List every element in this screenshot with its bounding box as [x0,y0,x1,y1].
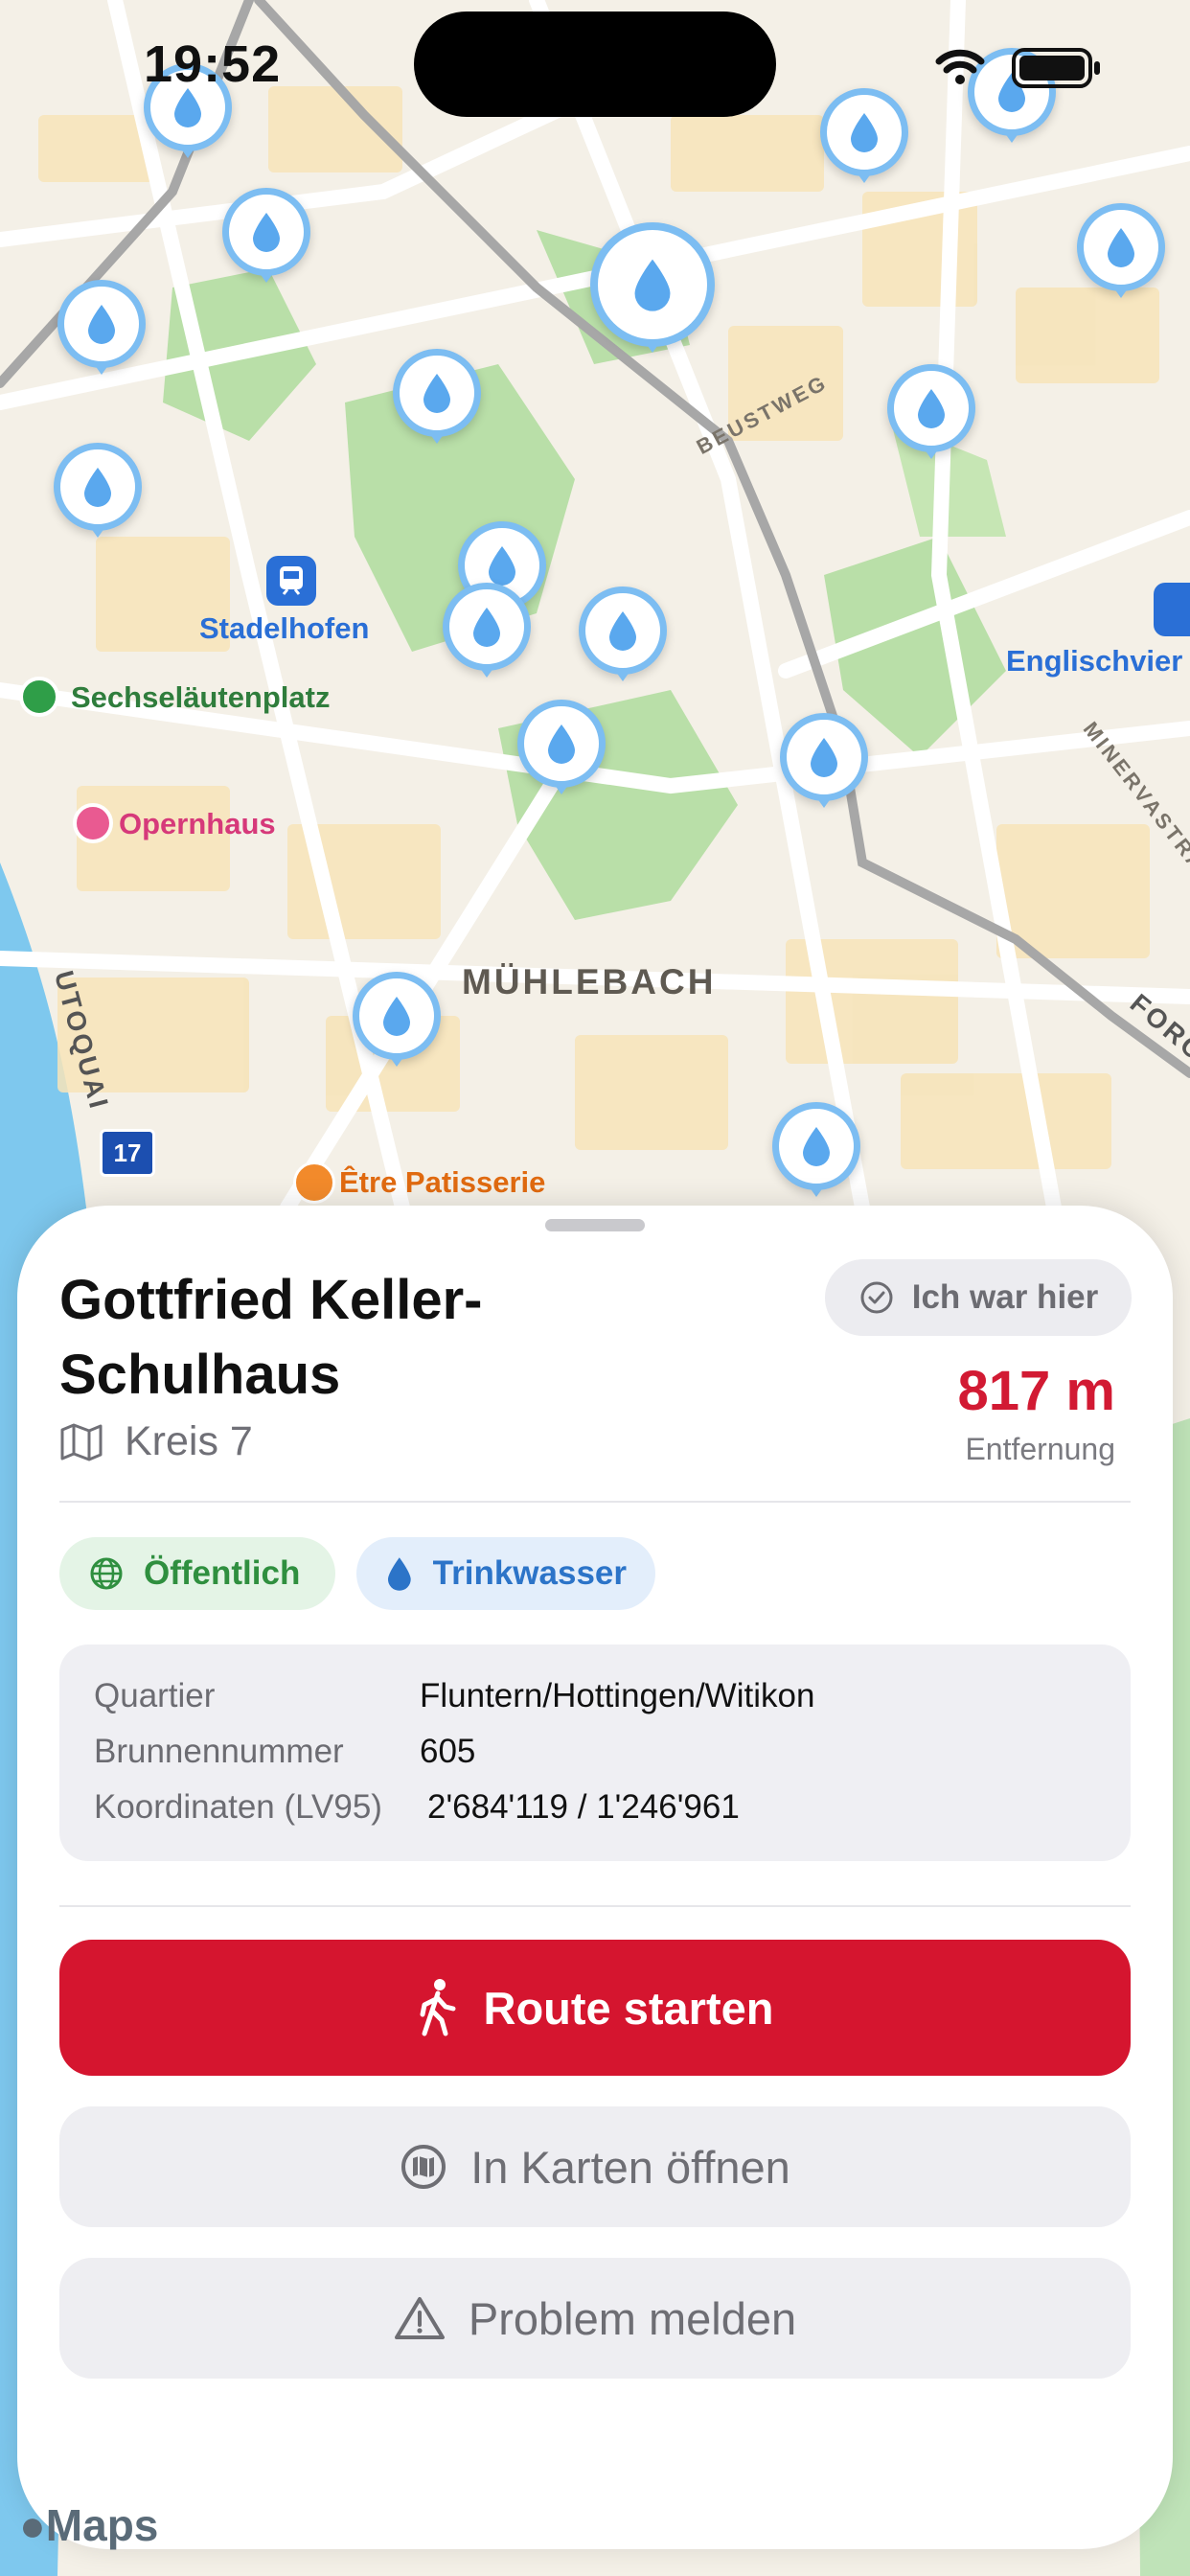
divider [59,1501,1131,1503]
water-drop-icon [1108,228,1134,267]
sheet-grabber[interactable] [545,1219,645,1231]
fountain-pin[interactable] [443,583,531,678]
station-stadelhofen-label[interactable]: Stadelhofen [199,611,369,646]
distance-label: Entfernung [965,1432,1115,1466]
map-icon [60,1423,103,1460]
district-label: MÜHLEBACH [462,962,717,1001]
fountain-pin[interactable] [393,349,481,444]
water-drop-icon [918,389,945,428]
fountain-pin[interactable] [57,280,146,375]
open-in-maps-button[interactable]: In Karten öffnen [59,2106,1131,2227]
drinking-water-chip-label: Trinkwasser [432,1554,627,1592]
start-route-label: Route starten [483,1982,774,2034]
fountain-pin[interactable] [780,713,868,808]
water-drop-icon [473,608,500,647]
water-drop-icon [548,724,575,764]
warning-triangle-icon [394,2297,445,2339]
bakery-icon[interactable] [293,1162,335,1204]
water-drop-icon [383,997,410,1036]
info-key: Quartier [94,1677,216,1714]
water-drop-icon [609,611,636,651]
walking-icon [420,1979,456,2036]
info-value: Fluntern/Hottingen/Witikon [420,1677,815,1714]
plaza-pin-icon[interactable] [19,677,59,717]
info-box: Quartier Fluntern/Hottingen/Witikon Brun… [59,1644,1131,1861]
checkmark-circle-icon [860,1281,893,1314]
water-drop-icon [811,738,837,777]
water-drop-icon [423,374,450,413]
water-drop-icon [253,213,280,252]
maps-app-icon [401,2145,446,2189]
water-drop-icon [88,305,115,344]
apple-logo-icon: ● [19,2500,46,2550]
report-problem-label: Problem melden [468,2292,797,2344]
info-value: 2'684'119 / 1'246'961 [427,1788,740,1826]
water-drop-icon [387,1557,411,1591]
water-drop-icon [851,113,878,152]
wifi-icon [935,49,985,84]
divider [59,1905,1131,1907]
public-chip: Öffentlich [59,1537,335,1610]
train-station-icon[interactable] [1154,583,1190,636]
area-label: Kreis 7 [125,1418,253,1464]
visited-button[interactable]: Ich war hier [825,1259,1132,1336]
sechselaeutenplatz-label[interactable]: Sechseläutenplatz [71,680,330,715]
report-problem-button[interactable]: Problem melden [59,2258,1131,2379]
visited-label: Ich war hier [911,1278,1099,1316]
info-key: Brunnennummer [94,1733,344,1770]
battery-icon [1012,48,1100,88]
status-icons [935,48,1100,88]
start-route-button[interactable]: Route starten [59,1940,1131,2076]
dynamic-island [414,12,776,117]
water-drop-icon [634,259,671,311]
fountain-pin[interactable] [579,586,667,681]
fountain-pin[interactable] [54,443,142,538]
fountain-pin-cluster[interactable] [590,222,715,353]
water-drop-icon [84,468,111,507]
area-row: Kreis 7 [59,1418,253,1465]
fountain-pin[interactable] [517,700,606,794]
fountain-pin[interactable] [353,972,441,1067]
fountain-pin[interactable] [772,1102,860,1197]
fountain-pin[interactable] [222,188,310,283]
open-in-maps-label: In Karten öffnen [470,2141,790,2193]
info-key: Koordinaten (LV95) [94,1788,382,1826]
globe-icon [90,1557,123,1590]
tram-line-badge: 17 [100,1129,155,1177]
train-station-icon[interactable] [266,556,316,606]
maps-attribution-text: Maps [45,2500,159,2550]
drinking-water-chip: Trinkwasser [356,1537,655,1610]
status-time: 19:52 [144,35,282,93]
fountain-pin[interactable] [887,364,975,459]
info-value: 605 [420,1733,476,1770]
etre-patisserie-label[interactable]: Être Patisserie [339,1165,545,1200]
fountain-pin[interactable] [1077,203,1165,298]
englischviertel-label[interactable]: Englischvier [1006,644,1182,678]
distance-value: 817 m [957,1360,1115,1422]
fountain-pin[interactable] [820,88,908,183]
fountain-title: Gottfried Keller-Schulhaus [59,1269,483,1406]
theater-icon[interactable] [73,803,113,843]
maps-attribution[interactable]: ●Maps [19,2499,158,2551]
public-chip-label: Öffentlich [144,1554,301,1592]
opernhaus-label[interactable]: Opernhaus [119,807,276,841]
fountain-detail-sheet: Gottfried Keller-Schulhaus Ich war hier … [17,1206,1173,2549]
water-drop-icon [489,546,515,586]
water-drop-icon [803,1127,830,1166]
